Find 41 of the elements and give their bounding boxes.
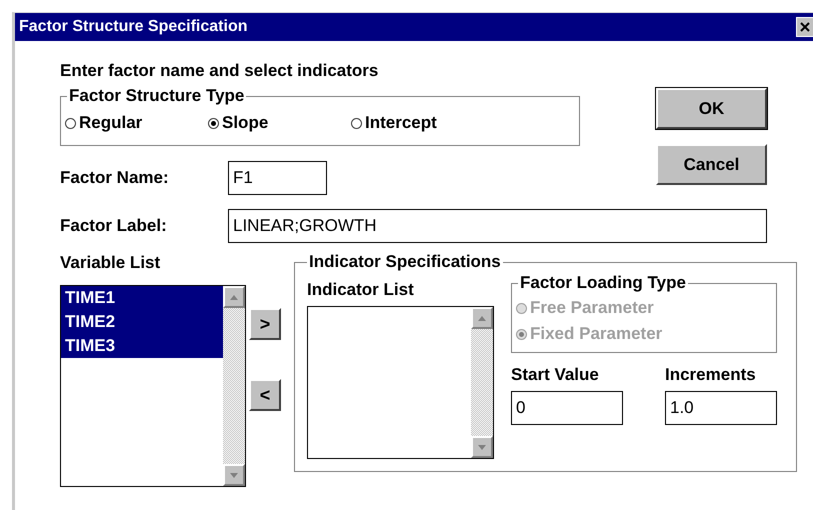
triangle-icon: [230, 294, 238, 300]
list-label: Variable List: [60, 253, 162, 274]
scroll-up-button[interactable]: [222, 286, 245, 308]
radio-button[interactable]: Slope: [208, 113, 351, 133]
group-title: Factor Structure Type: [68, 87, 246, 105]
group-title: Factor Loading Type: [519, 274, 687, 292]
scrollbar[interactable]: [471, 307, 493, 458]
group-title: Indicator Specifications: [308, 253, 502, 271]
radio-icon[interactable]: [351, 118, 362, 128]
radio-icon[interactable]: [65, 118, 76, 128]
radio-icon[interactable]: [208, 118, 219, 128]
field-label: Factor Name:: [60, 168, 170, 188]
field-label: Start Value: [511, 365, 600, 385]
list-item[interactable]: TIME2: [61, 310, 223, 334]
input-field[interactable]: 0: [511, 391, 623, 425]
triangle-icon: [230, 472, 238, 478]
input-field[interactable]: LINEAR;GROWTH: [228, 209, 767, 243]
scroll-down-button[interactable]: [222, 464, 245, 486]
add-button[interactable]: >: [249, 308, 281, 340]
variable-listbox[interactable]: TIME1 TIME2 TIME3: [60, 285, 246, 487]
window-title: Factor Structure Specification: [19, 18, 248, 36]
close-icon: [800, 22, 810, 32]
remove-button[interactable]: <: [249, 379, 281, 411]
triangle-icon: [478, 316, 486, 320]
input-field[interactable]: 1.0: [665, 391, 777, 425]
triangle-icon: [478, 444, 486, 450]
scroll-down-button[interactable]: [471, 436, 493, 458]
radio-button[interactable]: Intercept: [351, 113, 494, 133]
indicator-listbox[interactable]: [307, 306, 494, 459]
field-label: Factor Label:: [60, 216, 168, 236]
input-field[interactable]: F1: [228, 161, 327, 195]
scrollbar[interactable]: [222, 286, 245, 486]
field-label: Increments: [665, 365, 757, 385]
radio-button[interactable]: Regular: [65, 113, 208, 133]
close-button[interactable]: [796, 17, 813, 37]
instruction-text: Enter factor name and select indicators: [60, 61, 380, 81]
ok-button[interactable]: OK: [656, 88, 767, 129]
cancel-button[interactable]: Cancel: [656, 144, 767, 185]
list-item[interactable]: TIME1: [61, 286, 223, 310]
list-label: Indicator List: [307, 280, 415, 300]
list-item[interactable]: TIME3: [61, 334, 223, 358]
